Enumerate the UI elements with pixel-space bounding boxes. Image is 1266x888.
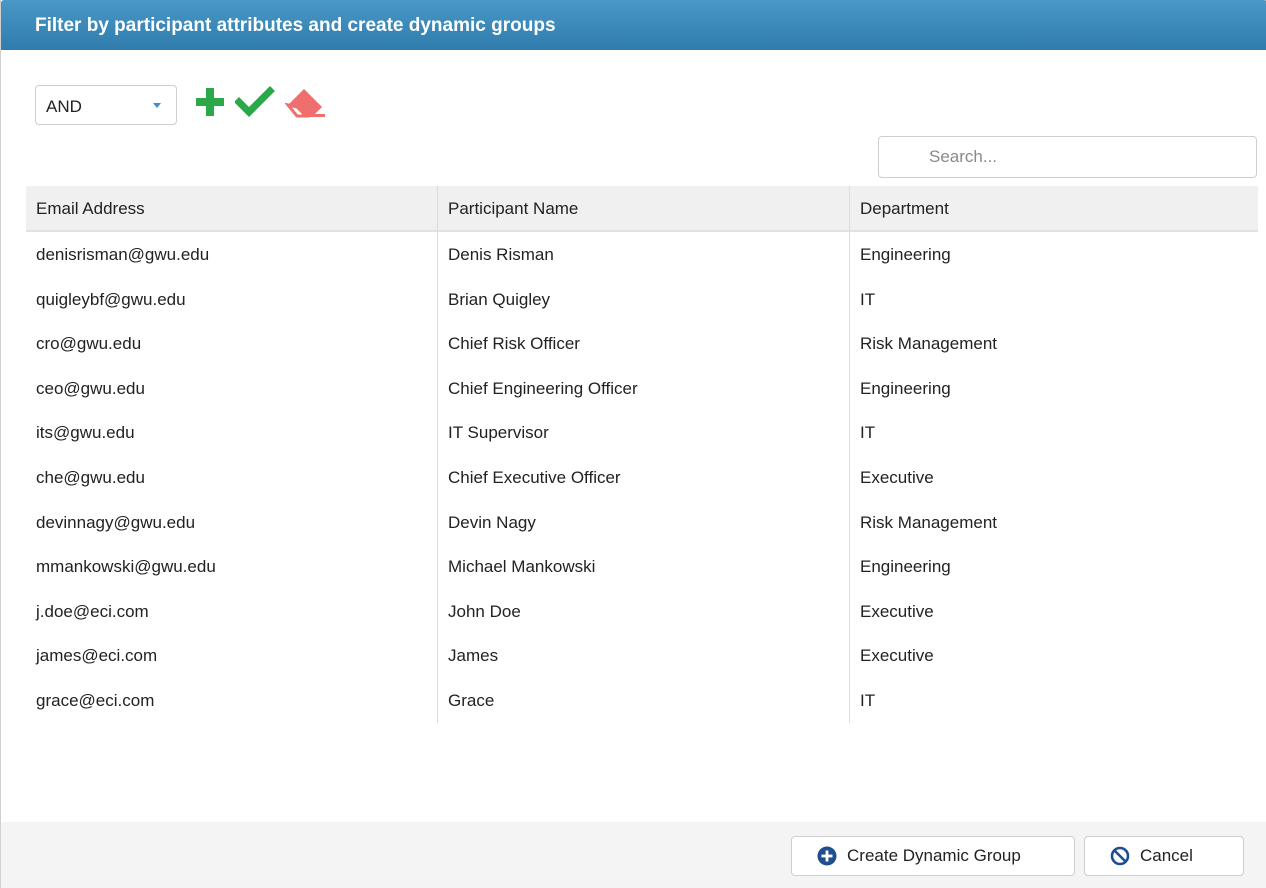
table-row[interactable]: j.doe@eci.com John Doe Executive: [26, 588, 1258, 634]
ban-icon: [1110, 846, 1130, 866]
email-cell: quigleybf@gwu.edu: [36, 289, 186, 309]
name-cell: Michael Mankowski: [437, 544, 849, 589]
department-cell: Engineering: [849, 365, 1258, 411]
email-cell: its@gwu.edu: [36, 423, 135, 443]
department-cell: Risk Management: [849, 499, 1258, 545]
create-dynamic-group-label: Create Dynamic Group: [847, 846, 1021, 865]
chevron-down-icon: [153, 103, 161, 108]
name-cell: Chief Executive Officer: [437, 454, 849, 500]
dialog-footer: Create Dynamic Group Cancel: [1, 822, 1266, 888]
department-cell: Executive: [849, 633, 1258, 678]
department-cell: Engineering: [849, 544, 1258, 589]
email-cell: che@gwu.edu: [36, 467, 145, 487]
table-row[interactable]: devinnagy@gwu.edu Devin Nagy Risk Manage…: [26, 499, 1258, 545]
table-row[interactable]: ceo@gwu.edu Chief Engineering Officer En…: [26, 365, 1258, 411]
plus-circle-icon: [817, 846, 837, 866]
eraser-icon[interactable]: [284, 85, 327, 124]
column-header-email[interactable]: Email Address: [26, 186, 437, 232]
cancel-label: Cancel: [1140, 846, 1193, 865]
grid-header: Email Address Participant Name Departmen…: [26, 186, 1258, 232]
table-row[interactable]: denisrisman@gwu.edu Denis Risman Enginee…: [26, 232, 1258, 277]
column-header-department[interactable]: Department: [849, 186, 1258, 232]
table-row[interactable]: james@eci.com James Executive: [26, 633, 1258, 678]
cancel-button[interactable]: Cancel: [1084, 836, 1244, 876]
email-cell: mmankowski@gwu.edu: [36, 557, 216, 577]
email-cell: james@eci.com: [36, 646, 158, 666]
email-cell: grace@eci.com: [36, 690, 155, 710]
name-cell: Chief Risk Officer: [437, 321, 849, 366]
dialog-title: Filter by participant attributes and cre…: [1, 0, 1266, 50]
search-input[interactable]: [878, 136, 1257, 178]
name-cell: Brian Quigley: [437, 276, 849, 322]
email-cell: j.doe@eci.com: [36, 601, 149, 621]
department-cell: Executive: [849, 588, 1258, 634]
table-row[interactable]: grace@eci.com Grace IT: [26, 677, 1258, 723]
table-row[interactable]: its@gwu.edu IT Supervisor IT: [26, 410, 1258, 455]
email-cell: ceo@gwu.edu: [36, 378, 145, 398]
name-cell: Devin Nagy: [437, 499, 849, 545]
table-row[interactable]: quigleybf@gwu.edu Brian Quigley IT: [26, 276, 1258, 322]
department-cell: Risk Management: [849, 321, 1258, 366]
department-cell: Executive: [849, 454, 1258, 500]
table-row[interactable]: cro@gwu.edu Chief Risk Officer Risk Mana…: [26, 321, 1258, 366]
email-cell: denisrisman@gwu.edu: [36, 245, 210, 264]
name-cell: Denis Risman: [437, 232, 849, 277]
department-cell: Engineering: [849, 232, 1258, 277]
name-cell: James: [437, 633, 849, 678]
table-row[interactable]: che@gwu.edu Chief Executive Officer Exec…: [26, 454, 1258, 500]
participants-grid: Email Address Participant Name Departmen…: [26, 186, 1258, 723]
department-cell: IT: [849, 677, 1258, 723]
operator-select[interactable]: AND: [35, 85, 177, 125]
filter-dialog: Filter by participant attributes and cre…: [0, 0, 1266, 888]
email-cell: cro@gwu.edu: [36, 334, 142, 354]
operator-select-value: AND: [46, 97, 82, 116]
checkmark-icon[interactable]: [234, 85, 275, 124]
department-cell: IT: [849, 276, 1258, 322]
name-cell: Chief Engineering Officer: [437, 365, 849, 411]
grid-body: denisrisman@gwu.edu Denis Risman Enginee…: [26, 232, 1258, 723]
create-dynamic-group-button[interactable]: Create Dynamic Group: [791, 836, 1075, 876]
email-cell: devinnagy@gwu.edu: [36, 512, 196, 532]
name-cell: John Doe: [437, 588, 849, 634]
table-row[interactable]: mmankowski@gwu.edu Michael Mankowski Eng…: [26, 544, 1258, 589]
department-cell: IT: [849, 410, 1258, 455]
name-cell: Grace: [437, 677, 849, 723]
column-header-name[interactable]: Participant Name: [437, 186, 849, 232]
plus-icon[interactable]: [193, 85, 227, 124]
name-cell: IT Supervisor: [437, 410, 849, 455]
